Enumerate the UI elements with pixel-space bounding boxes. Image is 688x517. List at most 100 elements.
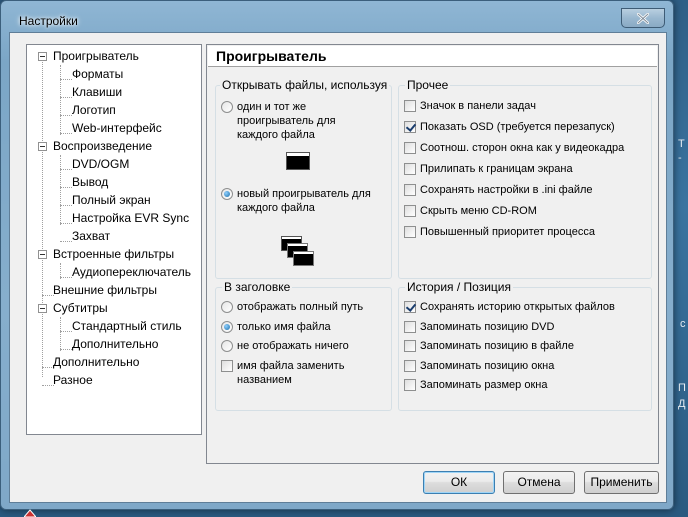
checkbox[interactable] bbox=[404, 379, 416, 391]
checkbox[interactable] bbox=[404, 163, 416, 175]
checkbox-label: Запоминать позицию окна bbox=[420, 360, 555, 372]
settings-page: Проигрыватель Открывать файлы, используя… bbox=[206, 44, 659, 464]
checkbox-label: Запоминать позицию DVD bbox=[420, 321, 555, 333]
settings-tree[interactable]: Проигрыватель Форматы Клавиши Логотип We… bbox=[26, 44, 202, 435]
show-osd-checkbox[interactable]: Показать OSD (требуется перезапуск) bbox=[404, 120, 615, 134]
close-button[interactable] bbox=[621, 8, 665, 28]
tree-item-formats[interactable]: Форматы bbox=[70, 66, 125, 82]
close-icon bbox=[637, 12, 649, 24]
tree-item-playback[interactable]: Воспроизведение bbox=[51, 138, 154, 154]
desktop-fragment: П bbox=[678, 382, 686, 394]
tree-item-logo[interactable]: Логотип bbox=[70, 102, 118, 118]
collapse-icon[interactable] bbox=[38, 304, 47, 313]
desktop-fragment: c bbox=[680, 318, 686, 330]
file-name-only-radio[interactable]: только имя файла bbox=[221, 320, 331, 334]
radio-button[interactable] bbox=[221, 101, 233, 113]
radio-button[interactable] bbox=[221, 188, 233, 200]
collapse-icon[interactable] bbox=[38, 250, 47, 259]
collapse-icon[interactable] bbox=[38, 52, 47, 61]
tree-item-audio-switcher[interactable]: Аудиопереключатель bbox=[70, 264, 193, 280]
radio-label: отображать полный путь bbox=[237, 301, 364, 313]
tree-item-misc[interactable]: Разное bbox=[51, 372, 95, 388]
tree-item-player[interactable]: Проигрыватель bbox=[51, 48, 141, 64]
tree-item-web-interface[interactable]: Web-интерфейс bbox=[70, 120, 164, 136]
checkbox[interactable] bbox=[404, 184, 416, 196]
checkbox-label: имя файла заменить названием bbox=[237, 360, 345, 386]
other-legend: Прочее bbox=[405, 78, 451, 92]
ok-button[interactable]: ОК bbox=[423, 471, 495, 494]
checkbox[interactable] bbox=[404, 321, 416, 333]
checkbox-label: Сохранять историю открытых файлов bbox=[420, 301, 615, 313]
checkbox-label: Показать OSD (требуется перезапуск) bbox=[420, 121, 615, 133]
dialog-client-area: Проигрыватель Форматы Клавиши Логотип We… bbox=[9, 32, 667, 503]
remember-window-position-checkbox[interactable]: Запоминать позицию окна bbox=[404, 359, 554, 373]
remember-window-size-checkbox[interactable]: Запоминать размер окна bbox=[404, 378, 547, 392]
tray-icon-checkbox[interactable]: Значок в панели задач bbox=[404, 99, 536, 113]
settings-window: Настройки Проигрыватель Форматы Клавиши … bbox=[0, 0, 674, 510]
tree-item-fullscreen[interactable]: Полный экран bbox=[70, 192, 153, 208]
other-group: Прочее Значок в панели задач Показать OS… bbox=[398, 78, 652, 279]
checkbox-label: Значок в панели задач bbox=[420, 100, 536, 112]
desktop-fragment: T bbox=[678, 138, 685, 150]
collapse-icon[interactable] bbox=[38, 142, 47, 151]
desktop-fragment: - bbox=[678, 152, 682, 164]
single-window-icon bbox=[286, 152, 310, 170]
checkbox[interactable] bbox=[404, 205, 416, 217]
history-legend: История / Позиция bbox=[405, 280, 513, 294]
radio-button[interactable] bbox=[221, 340, 233, 352]
new-player-label: новый проигрыватель для каждого файла bbox=[237, 188, 371, 214]
title-bar-legend: В заголовке bbox=[222, 280, 293, 294]
multi-window-icon bbox=[281, 236, 314, 266]
checkbox[interactable] bbox=[404, 301, 416, 313]
remember-dvd-position-checkbox[interactable]: Запоминать позицию DVD bbox=[404, 320, 554, 334]
tree-item-internal-filters[interactable]: Встроенные фильтры bbox=[51, 246, 176, 262]
same-player-radio[interactable]: один и тот же проигрыватель для каждого … bbox=[221, 100, 389, 142]
save-ini-checkbox[interactable]: Сохранять настройки в .ini файле bbox=[404, 183, 593, 197]
title-bar[interactable]: Настройки bbox=[1, 1, 673, 33]
checkbox-label: Соотнош. сторон окна как у видеокадра bbox=[420, 142, 625, 154]
open-files-legend: Открывать файлы, используя bbox=[220, 78, 390, 92]
radio-label: только имя файла bbox=[237, 321, 331, 333]
new-player-radio[interactable]: новый проигрыватель для каждого файла bbox=[221, 187, 389, 215]
snap-to-edges-checkbox[interactable]: Прилипать к границам экрана bbox=[404, 162, 573, 176]
tree-item-advanced[interactable]: Дополнительно bbox=[51, 354, 141, 370]
checkbox-label: Сохранять настройки в .ini файле bbox=[420, 184, 593, 196]
radio-button[interactable] bbox=[221, 321, 233, 333]
tree-item-default-style[interactable]: Стандартный стиль bbox=[70, 318, 184, 334]
checkbox[interactable] bbox=[404, 142, 416, 154]
apply-button[interactable]: Применить bbox=[584, 471, 659, 494]
checkbox-label: Повышенный приоритет процесса bbox=[420, 226, 595, 238]
tree-item-dvd-ogm[interactable]: DVD/OGM bbox=[70, 156, 131, 172]
full-path-radio[interactable]: отображать полный путь bbox=[221, 300, 363, 314]
tree-item-capture[interactable]: Захват bbox=[70, 228, 112, 244]
tree-item-keys[interactable]: Клавиши bbox=[70, 84, 124, 100]
radio-button[interactable] bbox=[221, 301, 233, 313]
tree-item-evr-sync[interactable]: Настройка EVR Sync bbox=[70, 210, 191, 226]
tree-item-subtitles[interactable]: Субтитры bbox=[51, 300, 110, 316]
tree-item-output[interactable]: Вывод bbox=[70, 174, 110, 190]
desktop-fragment: Д bbox=[678, 398, 686, 410]
checkbox[interactable] bbox=[221, 360, 233, 372]
show-nothing-radio[interactable]: не отображать ничего bbox=[221, 339, 349, 353]
checkbox[interactable] bbox=[404, 226, 416, 238]
high-priority-checkbox[interactable]: Повышенный приоритет процесса bbox=[404, 225, 595, 239]
checkbox-label: Скрыть меню CD-ROM bbox=[420, 205, 537, 217]
checkbox[interactable] bbox=[404, 360, 416, 372]
cursor-arrow-icon bbox=[24, 509, 36, 517]
page-title: Проигрыватель bbox=[208, 46, 657, 67]
checkbox[interactable] bbox=[404, 121, 416, 133]
cancel-button[interactable]: Отмена bbox=[503, 471, 575, 494]
checkbox-label: Запоминать позицию в файле bbox=[420, 340, 574, 352]
history-group: История / Позиция Сохранять историю откр… bbox=[398, 280, 652, 411]
hide-cdrom-menu-checkbox[interactable]: Скрыть меню CD-ROM bbox=[404, 204, 537, 218]
tree-item-external-filters[interactable]: Внешние фильтры bbox=[51, 282, 159, 298]
checkbox[interactable] bbox=[404, 100, 416, 112]
aspect-ratio-checkbox[interactable]: Соотнош. сторон окна как у видеокадра bbox=[404, 141, 624, 155]
checkbox[interactable] bbox=[404, 340, 416, 352]
replace-with-title-checkbox[interactable]: имя файла заменить названием bbox=[221, 359, 386, 387]
window-title: Настройки bbox=[19, 14, 78, 28]
radio-label: не отображать ничего bbox=[237, 340, 349, 352]
save-history-checkbox[interactable]: Сохранять историю открытых файлов bbox=[404, 300, 615, 314]
tree-item-subtitles-advanced[interactable]: Дополнительно bbox=[70, 336, 160, 352]
remember-file-position-checkbox[interactable]: Запоминать позицию в файле bbox=[404, 339, 574, 353]
